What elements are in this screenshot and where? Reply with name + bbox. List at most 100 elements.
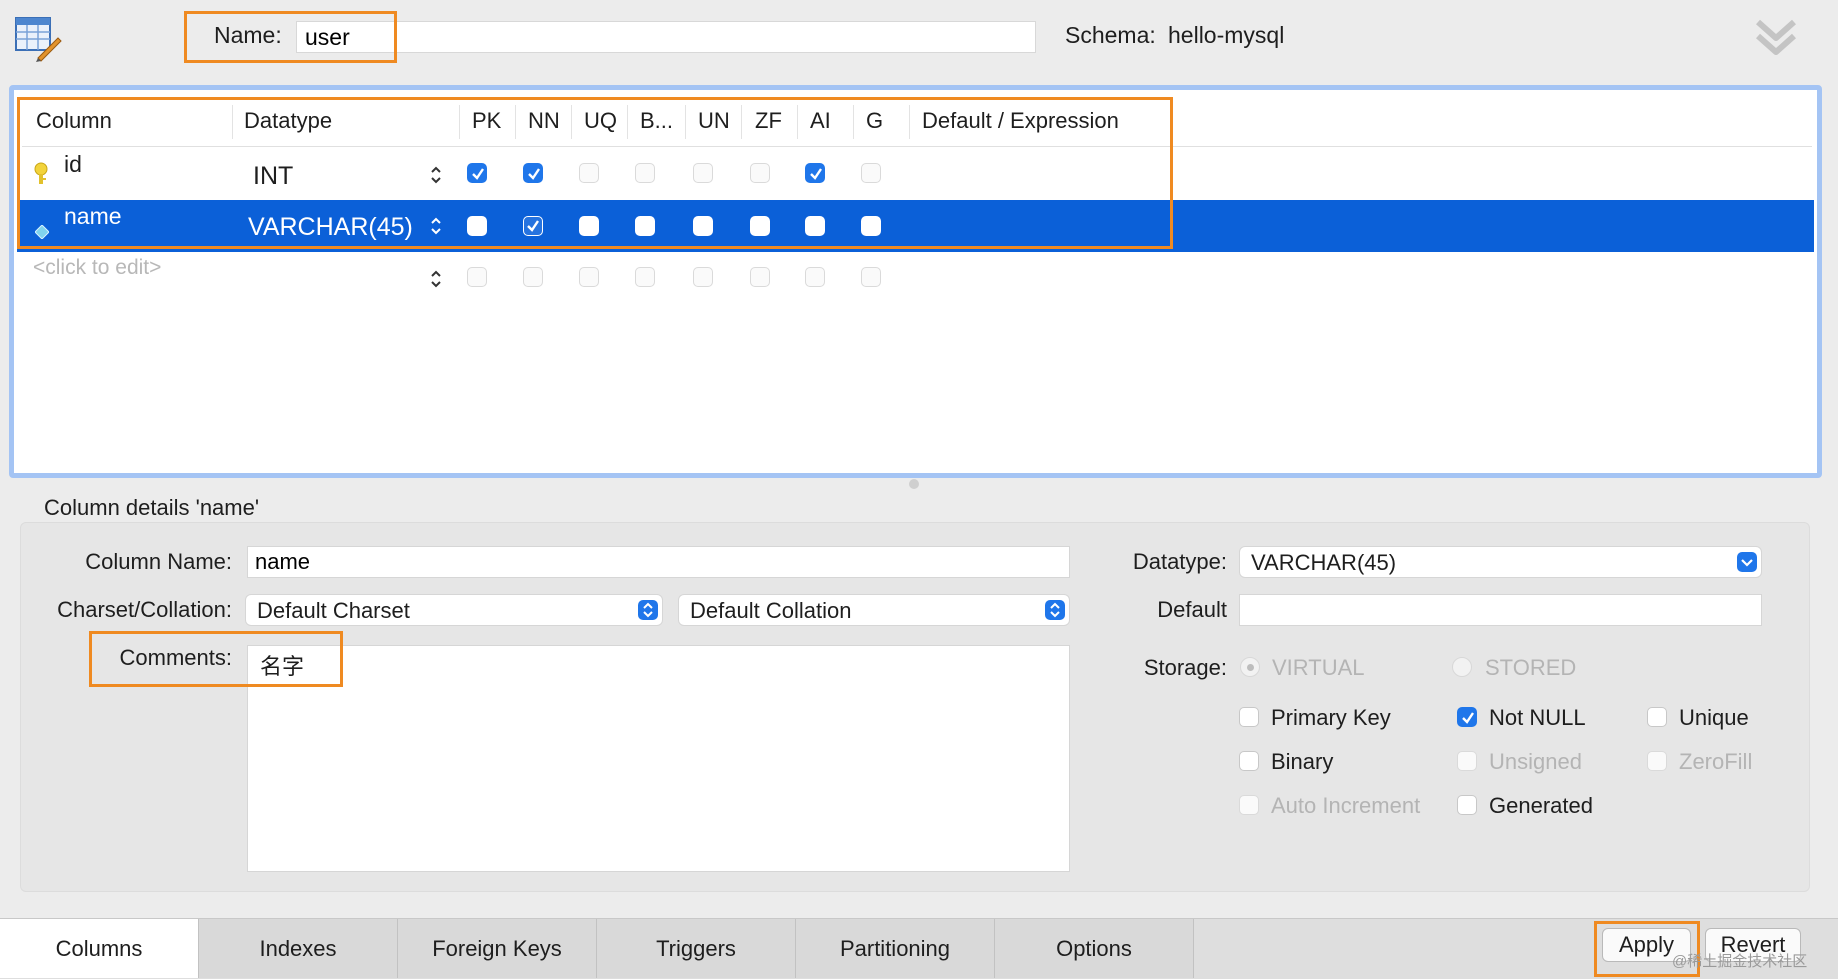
g-checkbox[interactable]	[861, 216, 881, 236]
table-name-input[interactable]	[296, 21, 1036, 53]
apply-button-label: Apply	[1618, 932, 1675, 957]
column-name-input[interactable]	[247, 546, 1070, 578]
header-column[interactable]: Column	[36, 108, 112, 134]
header-uq[interactable]: UQ	[584, 108, 617, 134]
nn-checkbox[interactable]	[523, 216, 543, 236]
tab-indexes[interactable]: Indexes	[199, 919, 398, 978]
datatype-stepper-icon[interactable]	[429, 164, 443, 186]
watermark: @稀土掘金技术社区	[1672, 953, 1808, 970]
datatype-stepper-icon[interactable]	[429, 215, 443, 237]
binary-checkbox[interactable]	[635, 163, 655, 183]
collation-value: Default Collation	[690, 598, 852, 623]
updown-chevron-icon	[638, 600, 658, 620]
collation-select[interactable]: Default Collation	[678, 594, 1070, 626]
uq-checkbox[interactable]	[579, 267, 599, 287]
generated-checkbox[interactable]	[1457, 795, 1477, 815]
zerofill-checkbox	[1647, 751, 1667, 771]
default-input[interactable]	[1239, 594, 1762, 626]
primary-key-checkbox[interactable]	[1239, 707, 1259, 727]
datatype-label: Datatype:	[1132, 549, 1227, 574]
binary-checkbox[interactable]	[635, 216, 655, 236]
updown-chevron-icon	[1045, 600, 1065, 620]
header-separator	[515, 105, 516, 139]
header-separator	[459, 105, 460, 139]
header-nn[interactable]: NN	[528, 108, 560, 134]
datatype-stepper-icon[interactable]	[429, 268, 443, 290]
header-ai[interactable]: AI	[810, 108, 831, 134]
header-binary[interactable]: B...	[640, 108, 673, 134]
cell-column-name[interactable]: id	[64, 151, 82, 178]
un-checkbox[interactable]	[693, 216, 713, 236]
double-chevron-down-icon[interactable]	[1754, 16, 1798, 60]
table-row-selected[interactable]: name VARCHAR(45)	[17, 200, 1814, 252]
un-checkbox[interactable]	[693, 163, 713, 183]
cell-datatype[interactable]: VARCHAR(45)	[248, 213, 413, 242]
auto-increment-checkbox	[1239, 795, 1259, 815]
tab-foreign-keys[interactable]: Foreign Keys	[398, 919, 597, 978]
unique-checkbox[interactable]	[1647, 707, 1667, 727]
virtual-label: VIRTUAL	[1272, 655, 1365, 680]
column-details-title: Column details 'name'	[44, 495, 260, 520]
ai-checkbox[interactable]	[805, 216, 825, 236]
datatype-select[interactable]: VARCHAR(45)	[1239, 546, 1762, 578]
un-checkbox[interactable]	[693, 267, 713, 287]
zf-checkbox[interactable]	[750, 216, 770, 236]
default-label: Default	[1157, 597, 1227, 622]
charset-value: Default Charset	[257, 598, 410, 623]
tab-label: Indexes	[259, 935, 337, 961]
unsigned-checkbox	[1457, 751, 1477, 771]
header-default-expression[interactable]: Default / Expression	[922, 108, 1119, 134]
tab-partitioning[interactable]: Partitioning	[796, 919, 995, 978]
unique-label: Unique	[1679, 705, 1749, 730]
pk-checkbox[interactable]	[467, 216, 487, 236]
tab-triggers[interactable]: Triggers	[597, 919, 796, 978]
table-row[interactable]: id INT	[17, 148, 1814, 200]
storage-label: Storage:	[1143, 655, 1227, 680]
binary-checkbox[interactable]	[1239, 751, 1259, 771]
not-null-label: Not NULL	[1489, 705, 1586, 730]
nn-checkbox[interactable]	[523, 163, 543, 183]
click-to-edit-placeholder[interactable]: <click to edit>	[33, 256, 161, 280]
header-g[interactable]: G	[866, 108, 883, 134]
header-pk[interactable]: PK	[472, 108, 501, 134]
virtual-radio	[1240, 657, 1260, 677]
ai-checkbox[interactable]	[805, 267, 825, 287]
column-name-label: Column Name:	[85, 549, 232, 574]
header-separator	[909, 105, 910, 139]
tab-options[interactable]: Options	[995, 919, 1194, 978]
uq-checkbox[interactable]	[579, 163, 599, 183]
primary-key-icon	[33, 162, 49, 192]
header-separator	[571, 105, 572, 139]
stored-label: STORED	[1485, 655, 1577, 680]
nn-checkbox[interactable]	[523, 267, 543, 287]
unsigned-label: Unsigned	[1489, 749, 1582, 774]
splitter-handle[interactable]	[909, 479, 919, 489]
pk-checkbox[interactable]	[467, 267, 487, 287]
header-separator	[685, 105, 686, 139]
header-separator	[627, 105, 628, 139]
header-separator	[232, 105, 233, 139]
header-un[interactable]: UN	[698, 108, 730, 134]
zf-checkbox[interactable]	[750, 267, 770, 287]
binary-checkbox[interactable]	[635, 267, 655, 287]
zf-checkbox[interactable]	[750, 163, 770, 183]
not-null-checkbox[interactable]	[1457, 707, 1477, 727]
charset-collation-label: Charset/Collation:	[57, 597, 232, 622]
tab-label: Partitioning	[839, 935, 951, 961]
g-checkbox[interactable]	[861, 267, 881, 287]
tab-columns[interactable]: Columns	[0, 919, 199, 978]
charset-select[interactable]: Default Charset	[245, 594, 663, 626]
comments-textarea[interactable]: 名字	[247, 645, 1070, 872]
header-separator	[797, 105, 798, 139]
g-checkbox[interactable]	[861, 163, 881, 183]
cell-column-name[interactable]: name	[64, 203, 122, 230]
cell-datatype[interactable]: INT	[253, 162, 293, 191]
pk-checkbox[interactable]	[467, 163, 487, 183]
tab-label: Options	[1056, 935, 1132, 961]
ai-checkbox[interactable]	[805, 163, 825, 183]
new-row-placeholder[interactable]: <click to edit>	[17, 252, 1814, 304]
uq-checkbox[interactable]	[579, 216, 599, 236]
header-zf[interactable]: ZF	[755, 108, 782, 134]
header-datatype[interactable]: Datatype	[244, 108, 332, 134]
comments-value: 名字	[260, 654, 305, 679]
